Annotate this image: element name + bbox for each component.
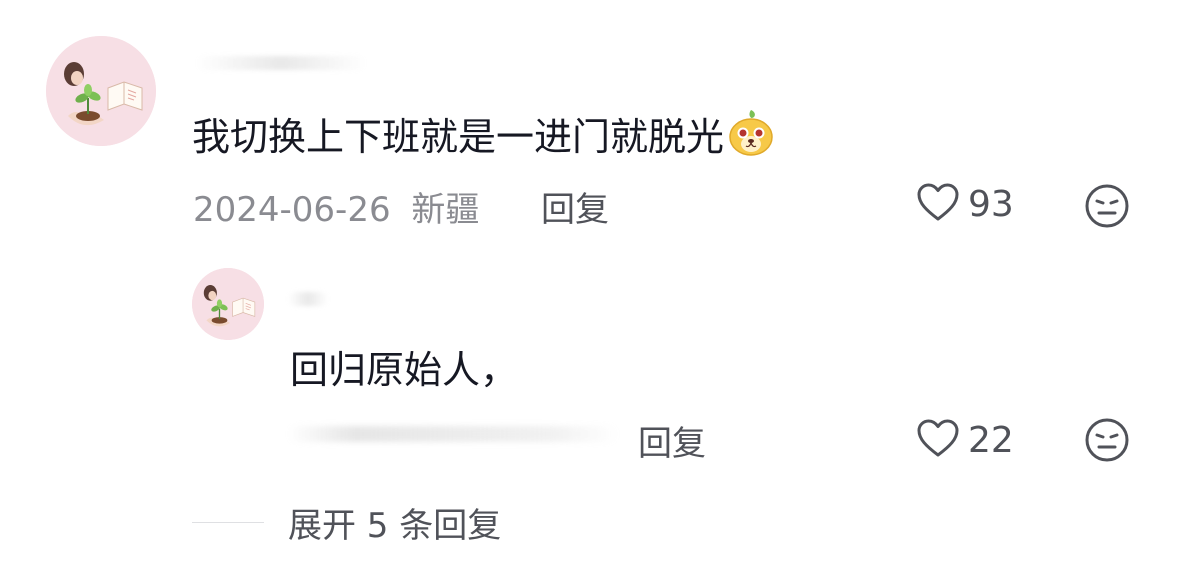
heart-outline-icon bbox=[916, 182, 960, 226]
heart-outline-icon bbox=[916, 418, 960, 462]
comment-text-row: 我切换上下班就是一进门就脱光 bbox=[192, 108, 776, 169]
like-count: 93 bbox=[968, 183, 1014, 225]
meh-face-icon bbox=[1085, 418, 1129, 462]
expand-replies-button[interactable]: 展开 5 条回复 bbox=[192, 498, 501, 547]
dislike-button[interactable] bbox=[1084, 183, 1130, 229]
avatar-illustration bbox=[46, 36, 156, 146]
reply-like-count: 22 bbox=[968, 419, 1014, 461]
avatar-illustration bbox=[192, 268, 264, 340]
reply-like-button[interactable]: 22 bbox=[916, 418, 1014, 462]
expand-replies-label: 展开 5 条回复 bbox=[288, 506, 502, 546]
replier-avatar[interactable] bbox=[192, 268, 264, 340]
like-button[interactable]: 93 bbox=[916, 182, 1014, 226]
username-redacted[interactable] bbox=[196, 56, 366, 70]
reply-to-reply-button[interactable]: 回复 bbox=[638, 416, 706, 465]
comment-text: 我切换上下班就是一进门就脱光 bbox=[192, 115, 725, 159]
reply-meta-redacted bbox=[288, 426, 618, 442]
reply-dislike-button[interactable] bbox=[1084, 417, 1130, 463]
comment-date: 2024-06-26 bbox=[193, 190, 391, 230]
divider-line bbox=[192, 522, 264, 523]
reply-username-redacted[interactable] bbox=[288, 292, 328, 306]
comment-meta: 2024-06-26 新疆 bbox=[193, 182, 479, 231]
comment-location: 新疆 bbox=[411, 190, 480, 230]
reply-text: 回归原始人， bbox=[290, 348, 519, 392]
meh-face-icon bbox=[1085, 184, 1129, 228]
reply-button[interactable]: 回复 bbox=[541, 182, 609, 231]
commenter-avatar[interactable] bbox=[46, 36, 156, 146]
yellow-dog-face-emoji-icon bbox=[726, 108, 776, 169]
